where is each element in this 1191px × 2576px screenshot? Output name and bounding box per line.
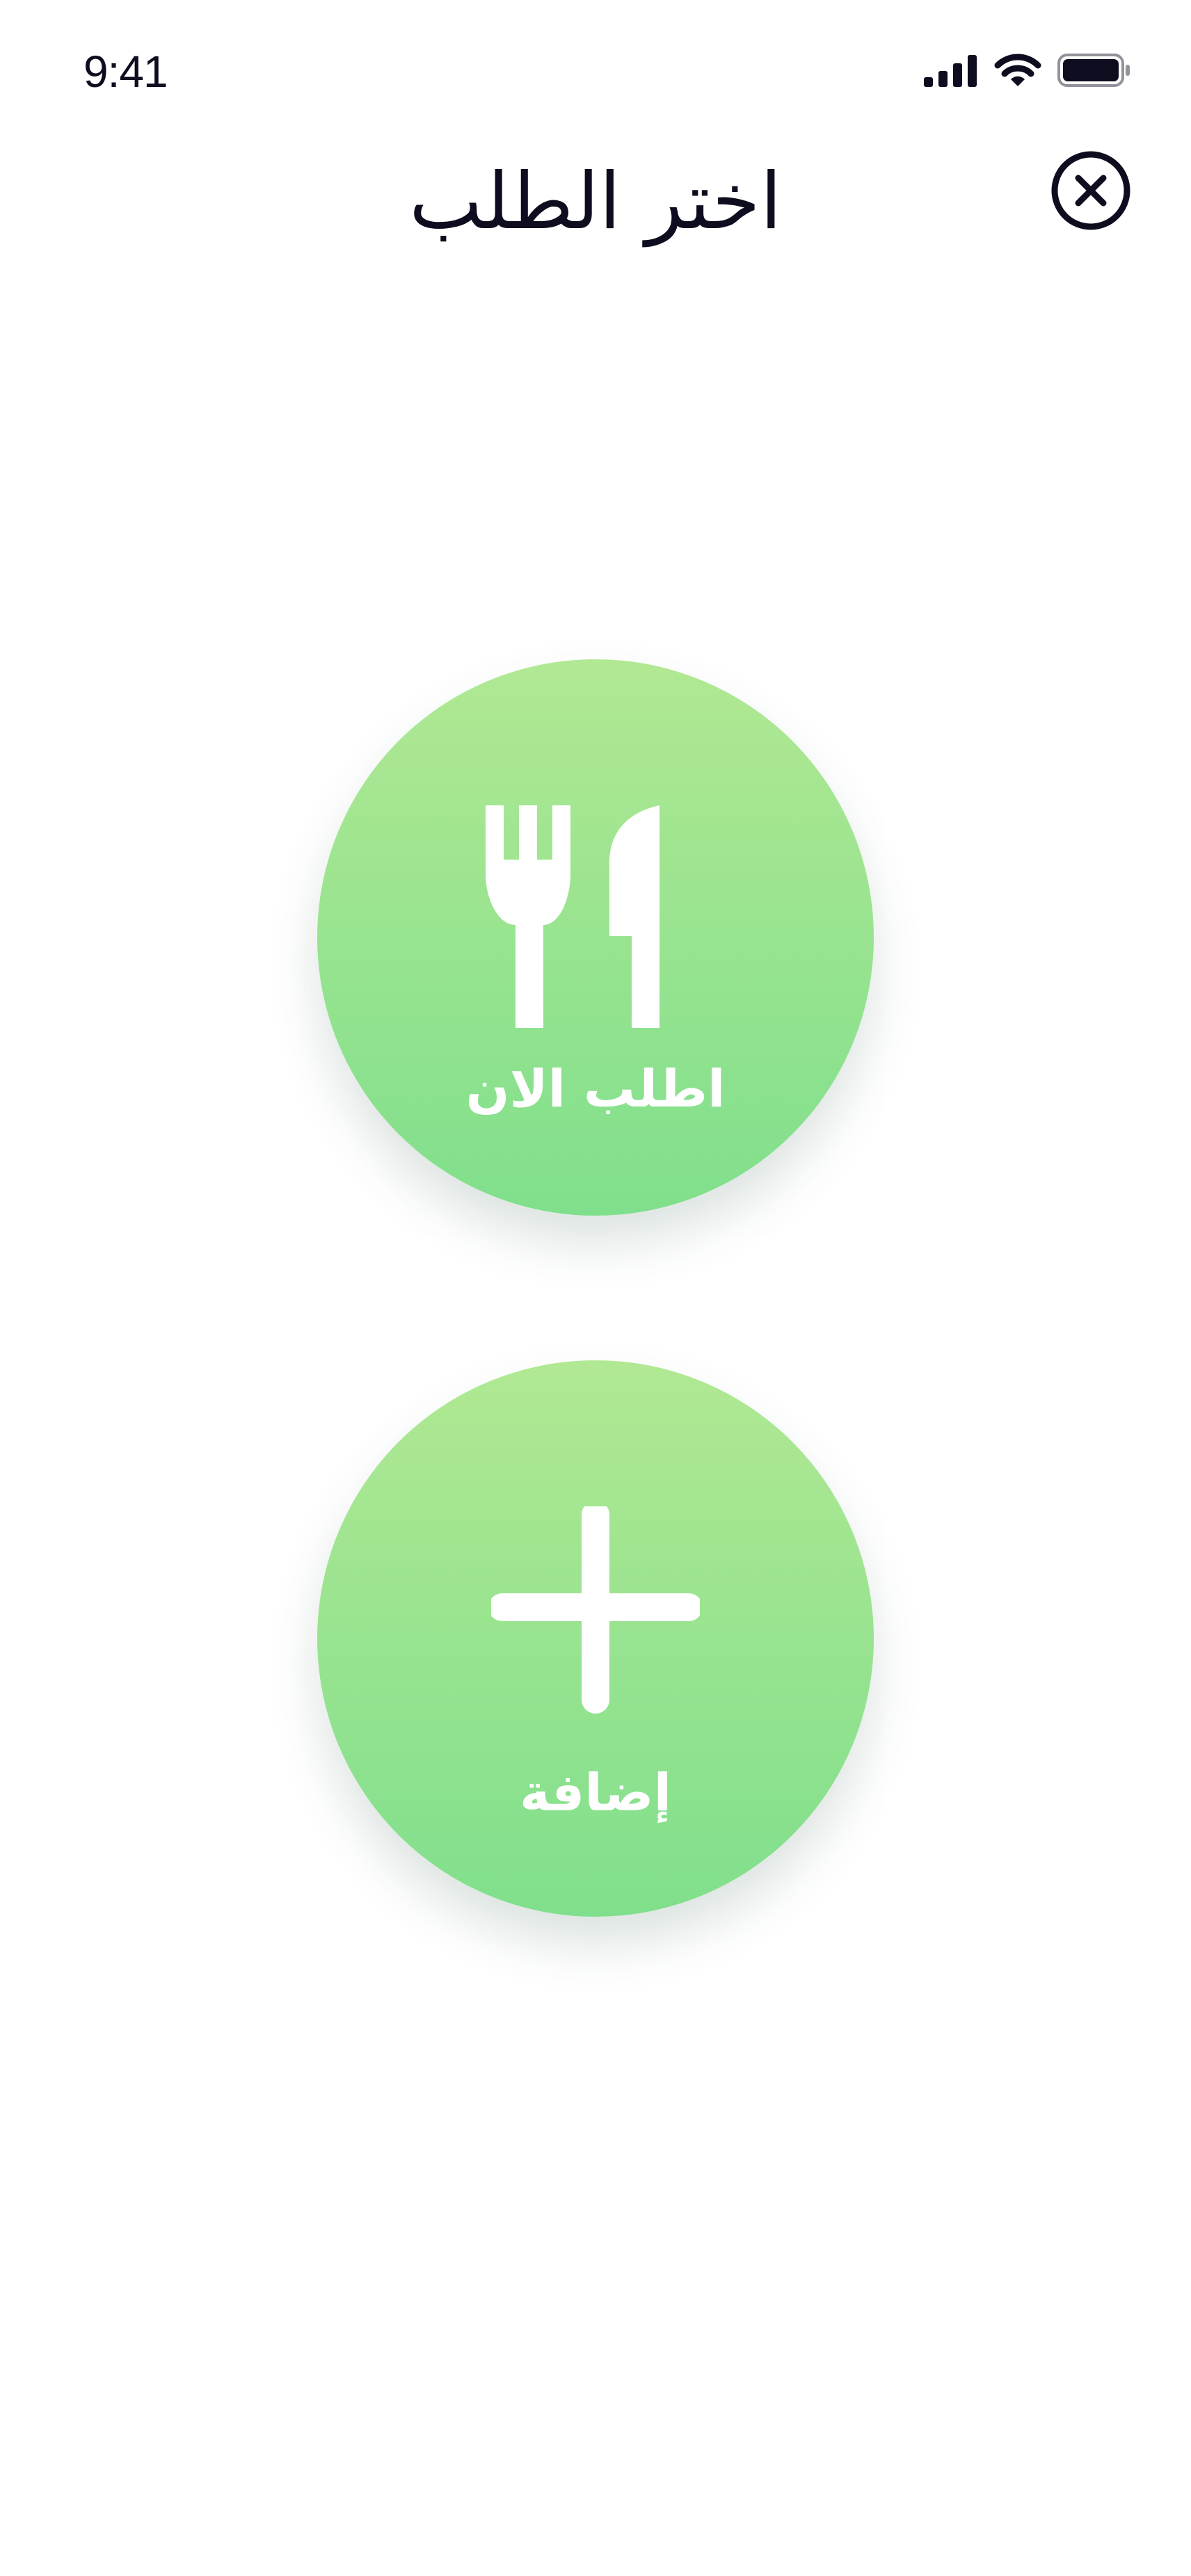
add-button[interactable]: إضافة <box>317 1360 874 1917</box>
order-now-button[interactable]: اطلب الان <box>317 659 874 1216</box>
status-bar: 9:41 <box>0 0 1191 139</box>
cellular-signal-icon <box>924 54 978 87</box>
status-icons <box>924 49 1131 92</box>
fork-knife-icon <box>486 805 660 1028</box>
close-button[interactable] <box>1050 150 1131 231</box>
battery-icon <box>1057 53 1131 88</box>
close-circle-icon <box>1051 151 1130 230</box>
order-now-label: اطلب الان <box>465 1059 726 1119</box>
plus-icon <box>491 1506 700 1714</box>
add-label: إضافة <box>520 1763 671 1823</box>
status-time: 9:41 <box>83 47 168 97</box>
page-title: اختر الطلب <box>409 156 782 247</box>
wifi-icon <box>993 53 1042 88</box>
